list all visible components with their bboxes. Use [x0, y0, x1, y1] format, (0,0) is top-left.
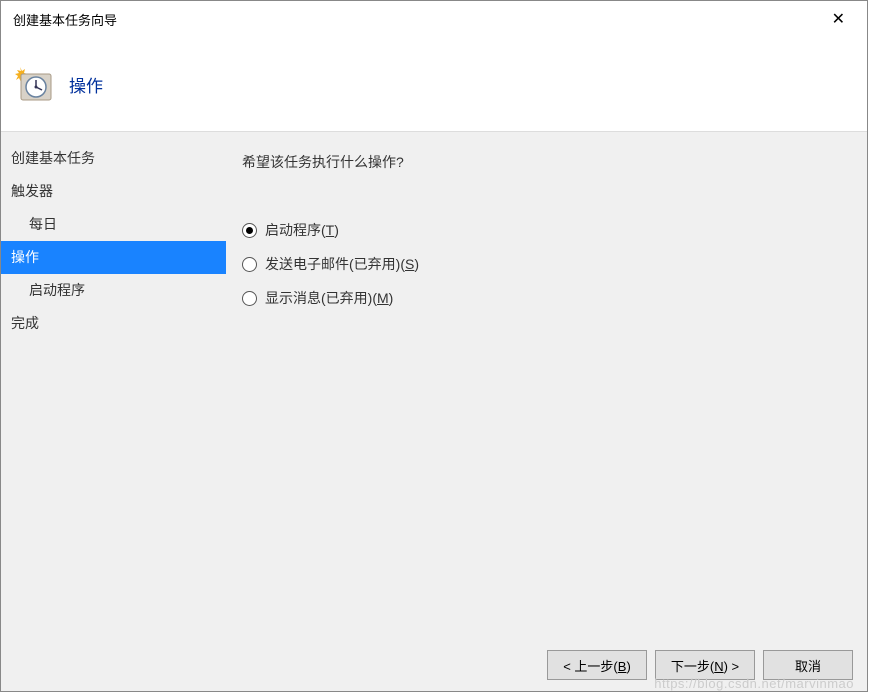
header-section: 操作: [1, 37, 867, 132]
sidebar-item[interactable]: 完成: [1, 307, 226, 340]
radio-icon: [242, 291, 257, 306]
radio-label: 显示消息(已弃用)(M): [265, 288, 393, 308]
sidebar-item[interactable]: 启动程序: [1, 274, 226, 307]
radio-label: 发送电子邮件(已弃用)(S): [265, 254, 419, 274]
title-bar: 创建基本任务向导 ✕: [1, 1, 867, 37]
sidebar-item[interactable]: 创建基本任务: [1, 142, 226, 175]
sidebar-item[interactable]: 操作: [1, 241, 226, 274]
question-text: 希望该任务执行什么操作?: [242, 152, 847, 172]
radio-option[interactable]: 发送电子邮件(已弃用)(S): [242, 254, 847, 274]
sidebar-item[interactable]: 每日: [1, 208, 226, 241]
content-area: 创建基本任务触发器每日操作启动程序完成 希望该任务执行什么操作? 启动程序(T)…: [1, 132, 867, 639]
main-panel: 希望该任务执行什么操作? 启动程序(T) 发送电子邮件(已弃用)(S) 显示消息(已…: [226, 132, 867, 639]
wizard-window: 创建基本任务向导 ✕ 操作 创建基本任务触发器每日操作启动程序完成 希望该任务执…: [0, 0, 868, 692]
clock-task-icon: [15, 65, 55, 103]
radio-label: 启动程序(T): [265, 220, 339, 240]
button-bar: < 上一步(B) 下一步(N) > 取消: [1, 639, 867, 691]
radio-option[interactable]: 启动程序(T): [242, 220, 847, 240]
page-title: 操作: [69, 72, 103, 97]
close-icon[interactable]: ✕: [822, 5, 855, 33]
radio-icon: [242, 223, 257, 238]
window-title: 创建基本任务向导: [13, 10, 117, 29]
wizard-sidebar: 创建基本任务触发器每日操作启动程序完成: [1, 132, 226, 639]
radio-option[interactable]: 显示消息(已弃用)(M): [242, 288, 847, 308]
radio-icon: [242, 257, 257, 272]
cancel-button[interactable]: 取消: [763, 650, 853, 680]
next-button[interactable]: 下一步(N) >: [655, 650, 755, 680]
action-radio-group: 启动程序(T) 发送电子邮件(已弃用)(S) 显示消息(已弃用)(M): [242, 220, 847, 308]
back-button[interactable]: < 上一步(B): [547, 650, 647, 680]
sidebar-item[interactable]: 触发器: [1, 175, 226, 208]
